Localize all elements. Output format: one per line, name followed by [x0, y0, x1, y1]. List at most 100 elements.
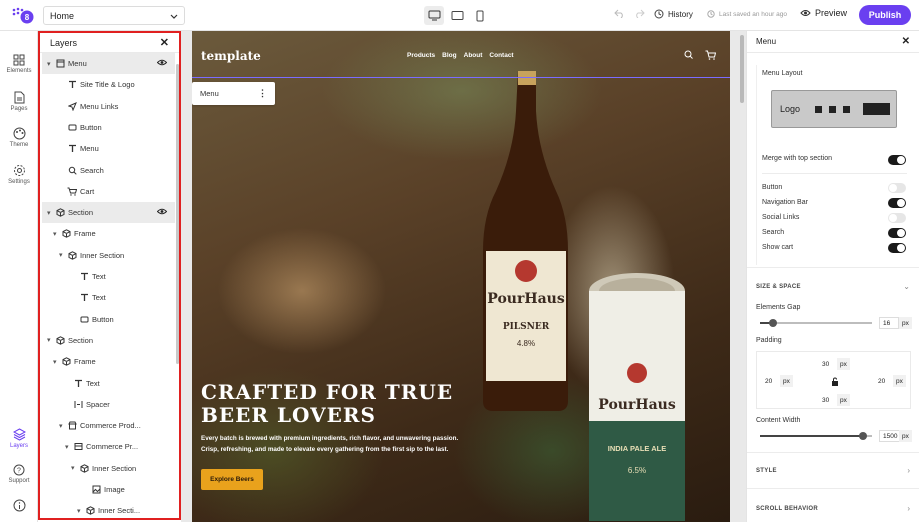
layer-row[interactable]: Text: [42, 287, 175, 308]
merge-toggle[interactable]: [888, 155, 906, 165]
layer-label: Inner Section: [92, 463, 137, 473]
layout-item-1: [815, 106, 822, 113]
feature-toggle[interactable]: [888, 183, 906, 193]
layer-label: Commerce Prod...: [80, 421, 141, 431]
layer-row[interactable]: Menu: [42, 138, 175, 159]
layer-row[interactable]: ▾ Inner Section: [42, 458, 175, 479]
content-width-knob[interactable]: [859, 432, 867, 440]
chevron-down-icon[interactable]: ▾: [53, 358, 61, 366]
layer-row[interactable]: ▾ Frame: [42, 223, 175, 244]
chevron-down-icon[interactable]: ⌄: [903, 282, 910, 291]
chevron-down-icon[interactable]: ▾: [47, 60, 55, 68]
text-icon: [79, 293, 89, 303]
elements-gap-knob[interactable]: [769, 319, 777, 327]
chevron-down-icon[interactable]: ▾: [77, 507, 85, 515]
info-button[interactable]: [0, 499, 38, 512]
explore-beers-button[interactable]: Explore Beers: [201, 469, 263, 490]
layer-row[interactable]: Image: [42, 479, 175, 500]
chevron-down-icon[interactable]: ▾: [59, 422, 67, 430]
rail-support[interactable]: ? Support: [0, 464, 38, 484]
nav-link-blog[interactable]: Blog: [442, 52, 456, 59]
rail-settings[interactable]: Settings: [0, 164, 38, 185]
chevron-down-icon[interactable]: ▾: [53, 230, 61, 238]
feature-toggle[interactable]: [888, 198, 906, 208]
nav-link-about[interactable]: About: [464, 52, 483, 59]
style-header[interactable]: STYLE: [756, 468, 777, 474]
layer-row[interactable]: Spacer: [42, 394, 175, 415]
cart-icon[interactable]: [705, 50, 716, 60]
undo-button[interactable]: [614, 9, 625, 20]
page-canvas[interactable]: PourHaus PILSNER 4.8% PourHaus INDIA PAL…: [192, 31, 730, 522]
publish-button[interactable]: Publish: [859, 5, 911, 25]
cube-icon: [67, 250, 77, 260]
close-icon[interactable]: ✕: [902, 36, 910, 47]
eye-icon[interactable]: [156, 208, 168, 217]
app-logo[interactable]: 8: [11, 7, 35, 24]
chevron-down-icon[interactable]: ▾: [65, 443, 73, 451]
canvas-scrollbar[interactable]: [740, 35, 744, 103]
feature-toggle[interactable]: [888, 213, 906, 223]
padding-left-input[interactable]: 20: [762, 375, 780, 387]
clock-icon: [707, 10, 715, 18]
layer-label: Frame: [74, 229, 96, 239]
layer-row[interactable]: Search: [42, 160, 175, 181]
tablet-view-button[interactable]: [447, 6, 467, 25]
layer-row[interactable]: ▾ Section: [42, 330, 175, 351]
feature-toggle[interactable]: [888, 228, 906, 238]
hero-description: Every batch is brewed with premium ingre…: [201, 435, 459, 453]
chevron-right-icon[interactable]: ›: [907, 466, 910, 475]
layer-row[interactable]: Button: [42, 117, 175, 138]
page-selector[interactable]: Home: [43, 6, 185, 25]
elements-gap-input[interactable]: 16: [879, 317, 899, 329]
site-logo[interactable]: template: [201, 49, 261, 63]
mobile-view-button[interactable]: [470, 6, 490, 25]
size-space-header[interactable]: SIZE & SPACE: [756, 284, 801, 290]
layer-row[interactable]: ▾ Section: [42, 202, 175, 224]
padding-top-input[interactable]: 30: [819, 358, 837, 370]
redo-button[interactable]: [634, 9, 645, 20]
layer-row[interactable]: Site Title & Logo: [42, 74, 175, 95]
layers-scrollbar[interactable]: [176, 64, 179, 364]
properties-header: Menu ✕: [747, 31, 919, 53]
layer-row[interactable]: ▾ Commerce Prod...: [42, 415, 175, 436]
desktop-view-button[interactable]: [424, 6, 444, 25]
layer-row[interactable]: Button: [42, 309, 175, 330]
layer-row[interactable]: ▾ Inner Secti...: [42, 500, 175, 518]
padding-right-input[interactable]: 20: [875, 375, 893, 387]
chevron-down-icon[interactable]: ▾: [59, 251, 67, 259]
layer-row[interactable]: ▾ Inner Section: [42, 245, 175, 266]
chevron-down-icon[interactable]: ▾: [71, 464, 79, 472]
layer-row[interactable]: ▾ Commerce Pr...: [42, 436, 175, 457]
layer-row[interactable]: Cart: [42, 181, 175, 202]
layer-row[interactable]: ▾ Menu: [42, 53, 175, 74]
layer-row[interactable]: Menu Links: [42, 96, 175, 117]
eye-icon[interactable]: [156, 59, 168, 68]
layer-row[interactable]: Text: [42, 266, 175, 287]
content-width-input[interactable]: 1500: [879, 430, 901, 442]
search-icon[interactable]: [684, 50, 693, 59]
feature-toggle[interactable]: [888, 243, 906, 253]
history-button[interactable]: History: [654, 9, 693, 19]
layer-row[interactable]: Text: [42, 373, 175, 394]
lock-icon[interactable]: [831, 377, 839, 386]
rail-elements[interactable]: Elements: [0, 54, 38, 74]
preview-button[interactable]: Preview: [800, 8, 847, 18]
kebab-menu-icon[interactable]: ⋮: [258, 88, 267, 99]
rail-theme[interactable]: Theme: [0, 127, 38, 148]
rail-layers[interactable]: Layers: [0, 428, 38, 449]
close-icon[interactable]: ✕: [160, 36, 169, 49]
nav-link-contact[interactable]: Contact: [489, 52, 513, 59]
chevron-right-icon[interactable]: ›: [907, 504, 910, 513]
chevron-down-icon[interactable]: ▾: [47, 336, 55, 344]
padding-bottom-input[interactable]: 30: [819, 394, 837, 406]
rail-layers-label: Layers: [9, 443, 28, 449]
scroll-behavior-header[interactable]: SCROLL BEHAVIOR: [756, 506, 818, 512]
menu-layout-preview[interactable]: Logo: [771, 90, 897, 128]
nav-link-products[interactable]: Products: [407, 52, 435, 59]
layer-row[interactable]: ▾ Frame: [42, 351, 175, 372]
properties-panel: Menu ✕ Menu Layout Logo Merge with top s…: [746, 31, 919, 522]
layer-label: Button: [92, 314, 114, 324]
rail-pages[interactable]: Pages: [0, 91, 38, 112]
menu-selection-chip[interactable]: Menu ⋮: [192, 82, 275, 105]
chevron-down-icon[interactable]: ▾: [47, 209, 55, 217]
